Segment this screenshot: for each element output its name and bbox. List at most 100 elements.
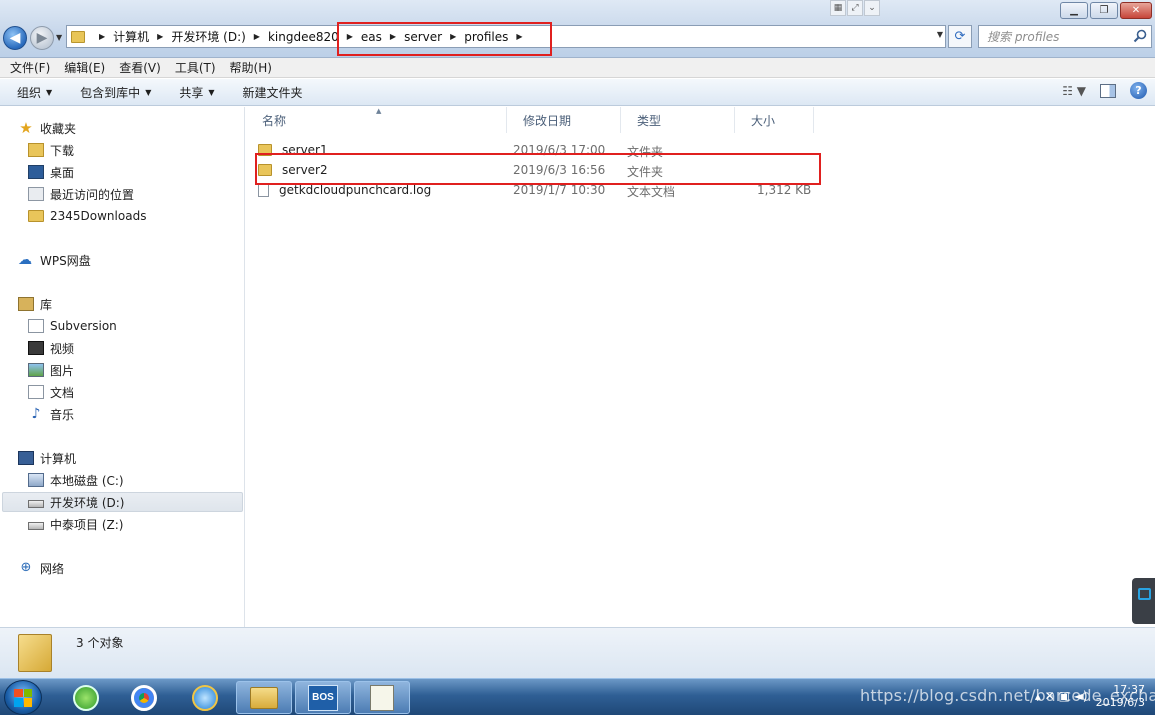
include-library-label: 包含到库中 [80, 85, 141, 100]
chevron-right-icon[interactable]: ▶ [99, 32, 105, 41]
chevron-down-icon[interactable]: ⌄ [864, 0, 880, 16]
taskbar-app-chrome[interactable] [116, 681, 172, 714]
sidebar-label: 桌面 [50, 165, 75, 180]
column-label: 修改日期 [523, 113, 572, 128]
sidebar-item-downloads[interactable]: 下载 [28, 140, 74, 160]
search-icon[interactable] [1133, 29, 1147, 43]
notepad-icon [370, 684, 394, 711]
sidebar-label: 图片 [50, 363, 75, 378]
grid-icon[interactable]: ▦ [830, 0, 846, 16]
teamviewer-icon [1138, 588, 1151, 600]
sidebar-label: Subversion [50, 319, 117, 333]
column-label: 大小 [751, 113, 776, 128]
breadcrumb-item[interactable]: kingdee820 [268, 30, 339, 44]
sidebar-item-pictures[interactable]: 图片 [28, 360, 74, 380]
drive-icon [28, 522, 44, 530]
column-header-size[interactable]: 大小 [735, 107, 814, 133]
recent-pages-dropdown[interactable]: ▼ [56, 33, 62, 42]
menu-file[interactable]: 文件(F) [10, 59, 50, 76]
window-mini-tools: ▦ ⤢ ⌄ [830, 0, 880, 17]
folder-icon [18, 634, 52, 672]
sidebar-label: 中泰项目 (Z:) [50, 517, 124, 532]
share-button[interactable]: 共享 ▼ [179, 84, 214, 101]
column-header-name[interactable]: 名称 ▲ [246, 107, 507, 133]
address-dropdown-icon[interactable]: ▼ [937, 30, 943, 39]
start-button[interactable] [4, 680, 42, 715]
command-bar: 组织 ▼ 包含到库中 ▼ 共享 ▼ 新建文件夹 ☷ ▼ ? [0, 79, 1155, 106]
close-button[interactable]: ✕ [1120, 2, 1152, 19]
sidebar-item-favorites[interactable]: ★ 收藏夹 [18, 118, 76, 138]
view-options-icon[interactable]: ☷ ▼ [1062, 84, 1086, 98]
chevron-right-icon[interactable]: ▶ [157, 32, 163, 41]
sidebar-item-recent[interactable]: 最近访问的位置 [28, 184, 134, 204]
organize-button[interactable]: 组织 ▼ [17, 84, 52, 101]
taskbar-app-notepad[interactable] [354, 681, 410, 714]
sidebar-item-drive-z[interactable]: 中泰项目 (Z:) [28, 514, 123, 534]
resize-icon[interactable]: ⤢ [847, 0, 863, 16]
folder-icon [71, 30, 85, 43]
star-icon: ★ [19, 119, 33, 137]
preview-pane-icon[interactable] [1100, 83, 1116, 98]
back-button[interactable]: ◀ [3, 26, 27, 50]
taskbar-app-360[interactable] [58, 681, 114, 714]
sidebar-item-wps[interactable]: ☁ WPS网盘 [18, 250, 91, 270]
chrome-icon [131, 684, 157, 711]
column-header-type[interactable]: 类型 [621, 107, 735, 133]
teamviewer-widget[interactable] [1132, 578, 1155, 624]
menu-help[interactable]: 帮助(H) [230, 59, 272, 76]
column-header-modified[interactable]: 修改日期 [507, 107, 621, 133]
desktop-icon [28, 165, 44, 179]
file-explorer-icon [250, 686, 278, 709]
refresh-button[interactable]: ⟳ [948, 25, 972, 48]
menu-tools[interactable]: 工具(T) [175, 59, 216, 76]
taskbar-app-ie[interactable] [177, 681, 233, 714]
sidebar-item-documents[interactable]: 文档 [28, 382, 74, 402]
bos-icon: BOS [308, 684, 338, 711]
menu-edit[interactable]: 编辑(E) [64, 59, 105, 76]
bos-label: BOS [312, 692, 334, 703]
sidebar-item-libraries[interactable]: 库 [18, 294, 52, 314]
download-folder-icon [28, 143, 44, 157]
sidebar-item-network[interactable]: ⊕ 网络 [18, 558, 64, 578]
taskbar-app-explorer[interactable] [236, 681, 292, 714]
minimize-button[interactable]: ▁ [1060, 2, 1088, 19]
sidebar-item-music[interactable]: ♪ 音乐 [28, 404, 74, 424]
sidebar-item-desktop[interactable]: 桌面 [28, 162, 74, 182]
computer-icon [18, 451, 34, 465]
network-icon: ⊕ [20, 560, 32, 575]
sidebar-item-2345downloads[interactable]: 2345Downloads [28, 206, 146, 226]
menu-view[interactable]: 查看(V) [119, 59, 161, 76]
sort-ascending-icon: ▲ [376, 107, 382, 115]
chevron-down-icon: ▼ [46, 87, 53, 97]
maximize-button[interactable]: ❐ [1090, 2, 1118, 19]
column-label: 类型 [637, 113, 662, 128]
chevron-right-icon[interactable]: ▶ [254, 32, 260, 41]
breadcrumb-item[interactable]: 开发环境 (D:) [171, 28, 245, 45]
item-count: 3 个对象 [76, 636, 124, 650]
sidebar-label: 视频 [50, 341, 75, 356]
sidebar-label: 音乐 [50, 407, 75, 422]
details-pane: 3 个对象 [0, 627, 1155, 678]
taskbar-app-bos[interactable]: BOS [295, 681, 351, 714]
recent-places-icon [28, 187, 44, 201]
chevron-down-icon: ▼ [208, 87, 215, 97]
search-input[interactable]: 搜索 profiles [978, 25, 1152, 48]
search-placeholder: 搜索 profiles [987, 30, 1060, 44]
sidebar-item-drive-c[interactable]: 本地磁盘 (C:) [28, 470, 124, 490]
sidebar-label: 下载 [50, 143, 75, 158]
new-folder-button[interactable]: 新建文件夹 [243, 84, 303, 101]
sidebar-label: 最近访问的位置 [50, 187, 135, 202]
column-label: 名称 [262, 113, 287, 128]
sidebar-item-subversion[interactable]: Subversion [28, 316, 117, 336]
watermark-text: https://blog.csdn.net/barcode_exchange [860, 686, 1155, 705]
forward-button[interactable]: ▶ [30, 26, 54, 50]
view-controls: ☷ ▼ ? [1062, 82, 1147, 99]
sidebar-label: 文档 [50, 385, 75, 400]
sidebar-item-computer[interactable]: 计算机 [18, 448, 76, 468]
include-library-button[interactable]: 包含到库中 ▼ [80, 84, 151, 101]
breadcrumb-item[interactable]: 计算机 [113, 28, 149, 45]
sidebar-item-videos[interactable]: 视频 [28, 338, 74, 358]
sidebar-item-drive-d[interactable]: 开发环境 (D:) [2, 492, 243, 512]
cloud-icon: ☁ [18, 252, 32, 268]
help-icon[interactable]: ? [1130, 82, 1147, 99]
